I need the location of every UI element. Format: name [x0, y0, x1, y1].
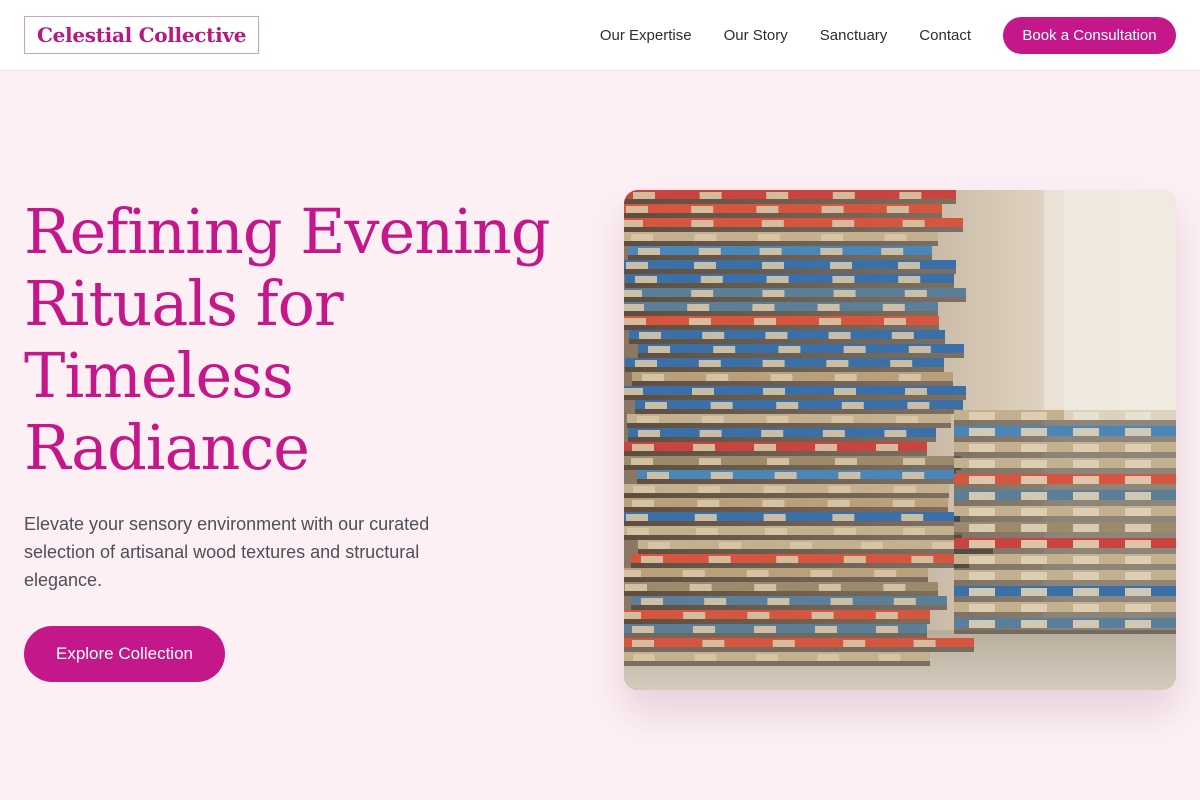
nav-link-our-story[interactable]: Our Story [724, 27, 788, 44]
book-consultation-button[interactable]: Book a Consultation [1003, 16, 1176, 54]
main-nav: Our Expertise Our Story Sanctuary Contac… [600, 16, 1176, 54]
hero-title: Refining Evening Rituals for Timeless Ra… [24, 196, 604, 484]
hero-description: Elevate your sensory environment with ou… [24, 514, 430, 590]
brand-logo[interactable]: Celestial Collective [24, 16, 260, 54]
nav-link-our-expertise[interactable]: Our Expertise [600, 27, 692, 44]
nav-link-sanctuary[interactable]: Sanctuary [820, 27, 888, 44]
pallet-stack-photo [624, 190, 1176, 690]
nav-link-contact[interactable]: Contact [919, 27, 971, 44]
explore-collection-button[interactable]: Explore Collection [24, 626, 225, 682]
site-header: Celestial Collective Our Expertise Our S… [0, 0, 1200, 71]
hero-image [624, 190, 1176, 690]
hero-title-line: Radiance [24, 411, 310, 484]
hero-title-line: Timeless [24, 339, 294, 412]
hero-title-line: Refining Evening [24, 195, 551, 268]
hero-title-line: Rituals for [24, 267, 344, 340]
